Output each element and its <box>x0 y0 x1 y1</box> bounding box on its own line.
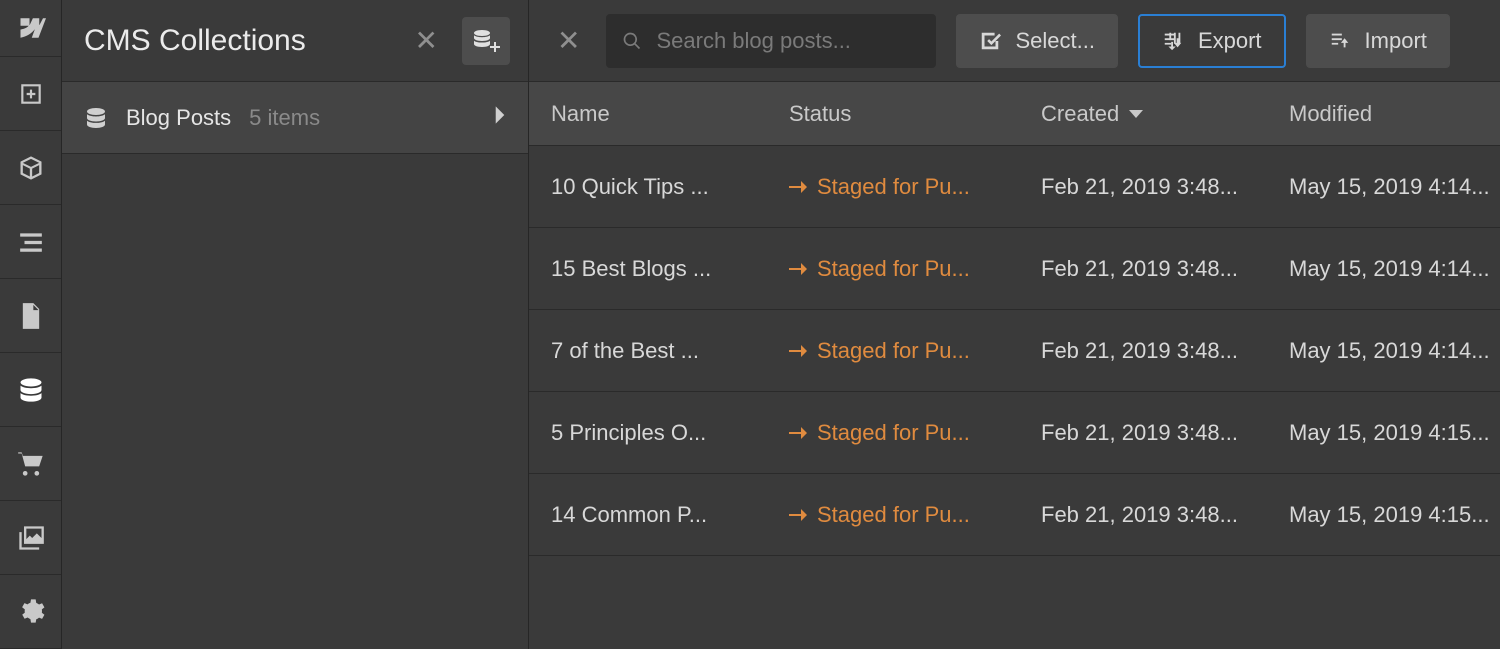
database-icon <box>84 106 108 130</box>
cell-status: Staged for Pu... <box>779 502 1031 528</box>
image-stack-icon <box>17 525 45 551</box>
import-label: Import <box>1365 28 1427 54</box>
cell-created: Feb 21, 2019 3:48... <box>1031 338 1279 364</box>
table-body: 10 Quick Tips ... Staged for Pu... Feb 21,… <box>529 146 1500 556</box>
table-header: Name Status Created Modified <box>529 82 1500 146</box>
arrow-right-icon <box>789 508 807 522</box>
status-text: Staged for Pu... <box>817 338 970 364</box>
rail-cms[interactable] <box>0 353 61 427</box>
cell-modified: May 15, 2019 4:14... <box>1279 256 1500 282</box>
items-panel: ✕ Select... Export Import Name Status Cr… <box>529 0 1500 649</box>
status-text: Staged for Pu... <box>817 256 970 282</box>
export-icon <box>1162 30 1184 52</box>
rail-add[interactable] <box>0 57 61 131</box>
box-3d-icon <box>17 154 45 182</box>
cell-created: Feb 21, 2019 3:48... <box>1031 256 1279 282</box>
cell-modified: May 15, 2019 4:14... <box>1279 174 1500 200</box>
cell-status: Staged for Pu... <box>779 338 1031 364</box>
select-label: Select... <box>1015 28 1094 54</box>
lines-icon <box>18 231 44 253</box>
page-icon <box>19 302 43 330</box>
rail-navigator[interactable] <box>0 205 61 279</box>
collection-row-blog-posts[interactable]: Blog Posts 5 items <box>62 82 528 154</box>
cell-name: 7 of the Best ... <box>529 338 779 364</box>
collection-name: Blog Posts <box>126 105 231 131</box>
rail-symbols[interactable] <box>0 131 61 205</box>
table-row[interactable]: 14 Common P... Staged for Pu... Feb 21, 20… <box>529 474 1500 556</box>
cell-created: Feb 21, 2019 3:48... <box>1031 420 1279 446</box>
left-rail <box>0 0 62 649</box>
collections-panel-header: CMS Collections ✕ <box>62 0 528 82</box>
status-text: Staged for Pu... <box>817 420 970 446</box>
gear-icon <box>17 597 45 625</box>
panel-close-button[interactable]: ✕ <box>409 24 444 57</box>
webflow-logo-icon <box>16 18 46 38</box>
col-modified[interactable]: Modified <box>1279 101 1500 127</box>
rail-settings[interactable] <box>0 575 61 649</box>
items-toolbar: ✕ Select... Export Import <box>529 0 1500 82</box>
rail-logo[interactable] <box>0 0 61 57</box>
cell-status: Staged for Pu... <box>779 174 1031 200</box>
collections-panel: CMS Collections ✕ Blog Posts 5 items <box>62 0 529 649</box>
arrow-right-icon <box>789 262 807 276</box>
cell-created: Feb 21, 2019 3:48... <box>1031 174 1279 200</box>
table-row[interactable]: 10 Quick Tips ... Staged for Pu... Feb 21,… <box>529 146 1500 228</box>
col-name[interactable]: Name <box>529 101 779 127</box>
table-row[interactable]: 7 of the Best ... Staged for Pu... Feb 21,… <box>529 310 1500 392</box>
search-icon <box>622 31 642 51</box>
cell-name: 5 Principles O... <box>529 420 779 446</box>
table-row[interactable]: 15 Best Blogs ... Staged for Pu... Feb 21,… <box>529 228 1500 310</box>
database-icon <box>17 376 45 404</box>
status-text: Staged for Pu... <box>817 174 970 200</box>
sort-desc-icon <box>1129 110 1143 118</box>
items-close-button[interactable]: ✕ <box>551 24 586 57</box>
database-plus-icon <box>472 29 500 53</box>
search-field[interactable] <box>606 14 936 68</box>
chevron-right-icon <box>494 105 506 130</box>
cell-name: 10 Quick Tips ... <box>529 174 779 200</box>
rail-ecommerce[interactable] <box>0 427 61 501</box>
arrow-right-icon <box>789 344 807 358</box>
new-collection-button[interactable] <box>462 17 510 65</box>
col-created[interactable]: Created <box>1031 101 1279 127</box>
cart-icon <box>17 451 45 477</box>
export-label: Export <box>1198 28 1262 54</box>
table-row[interactable]: 5 Principles O... Staged for Pu... Feb 21,… <box>529 392 1500 474</box>
collection-count: 5 items <box>249 105 320 131</box>
col-status[interactable]: Status <box>779 101 1031 127</box>
cell-created: Feb 21, 2019 3:48... <box>1031 502 1279 528</box>
import-button[interactable]: Import <box>1306 14 1450 68</box>
rail-assets[interactable] <box>0 501 61 575</box>
cell-status: Staged for Pu... <box>779 256 1031 282</box>
export-button[interactable]: Export <box>1138 14 1286 68</box>
import-icon <box>1329 30 1351 52</box>
checkbox-icon <box>979 30 1001 52</box>
select-button[interactable]: Select... <box>956 14 1117 68</box>
rail-pages[interactable] <box>0 279 61 353</box>
cell-modified: May 15, 2019 4:15... <box>1279 502 1500 528</box>
status-text: Staged for Pu... <box>817 502 970 528</box>
cell-name: 14 Common P... <box>529 502 779 528</box>
cell-modified: May 15, 2019 4:15... <box>1279 420 1500 446</box>
arrow-right-icon <box>789 426 807 440</box>
panel-title: CMS Collections <box>84 24 306 58</box>
arrow-right-icon <box>789 180 807 194</box>
search-input[interactable] <box>656 28 920 54</box>
cell-name: 15 Best Blogs ... <box>529 256 779 282</box>
plus-box-icon <box>18 81 44 107</box>
cell-status: Staged for Pu... <box>779 420 1031 446</box>
cell-modified: May 15, 2019 4:14... <box>1279 338 1500 364</box>
